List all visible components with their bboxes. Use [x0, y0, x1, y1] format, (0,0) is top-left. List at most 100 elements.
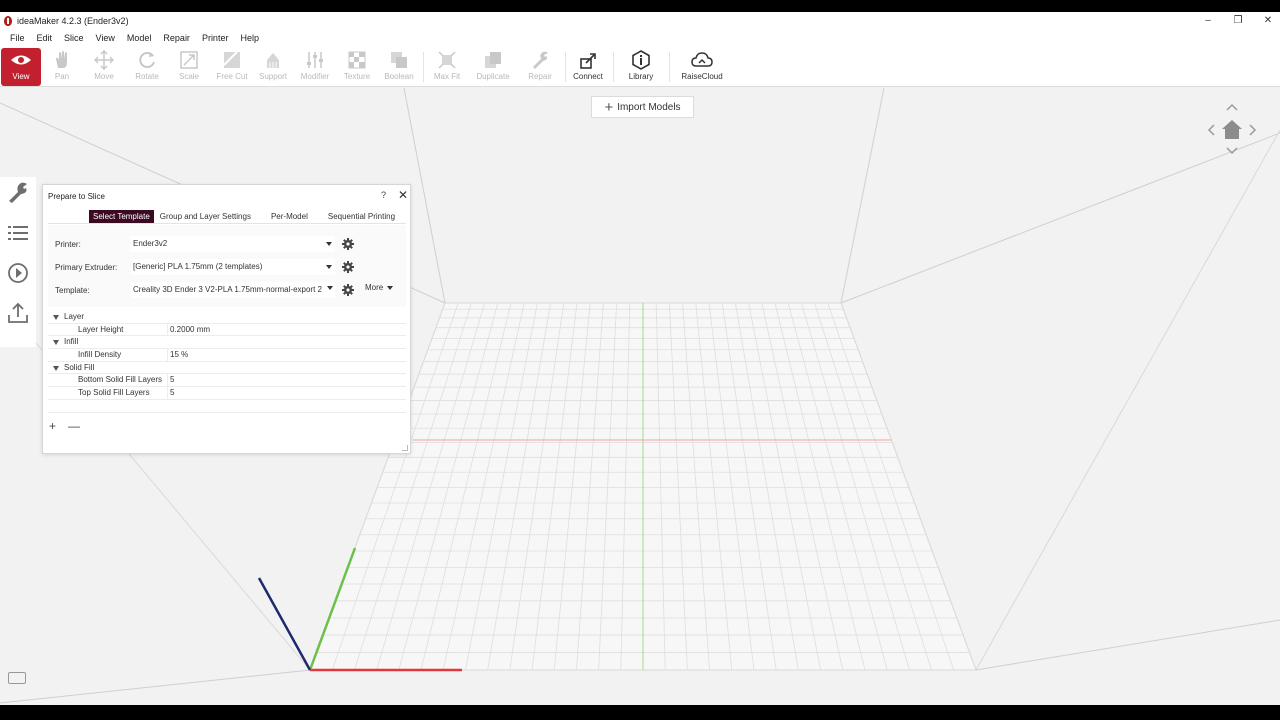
scale-tool-button[interactable]: Scale [174, 48, 204, 86]
tree-row-layer-height[interactable]: Layer Height 0.2000 mm [48, 323, 406, 337]
connect-button[interactable]: Connect [571, 48, 605, 86]
rotate-icon [132, 48, 162, 72]
repair-tool-button[interactable]: Repair [525, 48, 555, 86]
plus-icon: + [604, 98, 614, 116]
view-up-arrow-icon[interactable] [1226, 103, 1238, 111]
menu-edit[interactable]: Edit [31, 30, 59, 47]
add-setting-button[interactable]: + [49, 419, 56, 433]
play-preview-icon[interactable] [6, 261, 30, 285]
app-window: ideaMaker 4.2.3 (Ender3v2) – ❐ ✕ File Ed… [0, 12, 1280, 705]
template-select[interactable]: Creality 3D Ender 3 V2-PLA 1.75mm-normal… [131, 282, 335, 298]
printer-settings-gear-icon[interactable] [342, 238, 354, 250]
move-tool-button[interactable]: Move [89, 48, 119, 86]
tab-group-and-layer-settings[interactable]: Group and Layer Settings [156, 210, 255, 223]
template-settings-panel: Printer: Ender3v2 Primary Extruder: [Gen… [48, 225, 406, 307]
tree-row-infill-density[interactable]: Infill Density 15 % [48, 349, 406, 362]
chevron-down-icon [326, 242, 332, 246]
view-right-arrow-icon[interactable] [1249, 124, 1257, 136]
library-info-icon [626, 48, 656, 72]
dialog-close-button[interactable]: ✕ [398, 188, 408, 202]
printer-label: Printer: [55, 240, 81, 249]
raisecloud-button[interactable]: RaiseCloud [681, 48, 723, 86]
texture-tool-button[interactable]: Texture [342, 48, 372, 86]
resize-grip[interactable] [402, 445, 408, 451]
boolean-icon [384, 48, 414, 72]
tree-group-infill[interactable]: Infill [48, 336, 406, 350]
scale-icon [174, 48, 204, 72]
view-down-arrow-icon[interactable] [1226, 147, 1238, 155]
build-volume-edge [975, 619, 1280, 671]
collapse-triangle-icon[interactable] [53, 340, 59, 346]
settings-tree: Layer Layer Height 0.2000 mm Infill Infi… [48, 311, 406, 413]
keyboard-icon[interactable] [8, 672, 26, 684]
max-fit-tool-button[interactable]: Max Fit [432, 48, 462, 86]
close-window-button[interactable]: ✕ [1261, 14, 1275, 28]
build-volume-edge [0, 669, 311, 704]
import-models-button[interactable]: + Import Models [591, 96, 694, 118]
tree-row-bottom-solid-fill-layers[interactable]: Bottom Solid Fill Layers 5 [48, 374, 406, 388]
template-settings-gear-icon[interactable] [342, 284, 354, 296]
menu-view[interactable]: View [90, 30, 121, 47]
z-axis-line [257, 577, 312, 671]
library-button[interactable]: Library [626, 48, 656, 86]
menu-slice[interactable]: Slice [58, 30, 90, 47]
toolbar-separator [669, 52, 670, 82]
wrench-icon[interactable] [6, 180, 30, 204]
toolbar-separator [565, 52, 566, 82]
rotate-tool-button[interactable]: Rotate [132, 48, 162, 86]
support-tool-button[interactable]: Support [258, 48, 288, 86]
view-tool-button[interactable]: View [1, 48, 41, 86]
extruder-settings-gear-icon[interactable] [342, 261, 354, 273]
remove-setting-button[interactable]: — [68, 419, 80, 433]
tree-group-layer[interactable]: Layer [48, 311, 406, 324]
cloud-icon [687, 48, 717, 72]
chevron-down-icon [387, 285, 394, 290]
export-upload-icon[interactable] [6, 301, 30, 325]
minimize-button[interactable]: – [1201, 14, 1215, 28]
support-icon [258, 48, 288, 72]
primary-extruder-select[interactable]: [Generic] PLA 1.75mm (2 templates) [131, 259, 335, 275]
help-button[interactable]: ? [381, 190, 386, 200]
more-dropdown-button[interactable]: More [365, 283, 394, 292]
tabs-divider [48, 223, 406, 224]
template-label: Template: [55, 286, 90, 295]
collapse-triangle-icon[interactable] [53, 315, 59, 320]
cut-icon [217, 48, 247, 72]
list-icon[interactable] [6, 221, 30, 245]
menu-help[interactable]: Help [234, 30, 265, 47]
eye-icon [6, 48, 36, 72]
collapse-triangle-icon[interactable] [53, 365, 59, 371]
restore-button[interactable]: ❐ [1231, 14, 1245, 28]
home-view-icon[interactable] [1222, 120, 1242, 139]
duplicate-tool-button[interactable]: Duplicate [475, 48, 511, 86]
menu-printer[interactable]: Printer [196, 30, 235, 47]
menu-file[interactable]: File [4, 30, 31, 47]
column-divider [167, 387, 168, 400]
boolean-tool-button[interactable]: Boolean [384, 48, 414, 86]
menu-model[interactable]: Model [121, 30, 158, 47]
menu-repair[interactable]: Repair [157, 30, 196, 47]
free-cut-tool-button[interactable]: Free Cut [214, 48, 250, 86]
pan-tool-button[interactable]: Pan [47, 48, 77, 86]
modifier-tool-button[interactable]: Modifier [300, 48, 330, 86]
window-title: ideaMaker 4.2.3 (Ender3v2) [17, 16, 129, 26]
tab-per-model[interactable]: Per-Model [267, 210, 312, 223]
view-navigation-control [1207, 103, 1257, 155]
hand-icon [47, 48, 77, 72]
left-sidebar [0, 177, 36, 347]
dialog-title: Prepare to Slice [48, 192, 105, 201]
view-left-arrow-icon[interactable] [1207, 124, 1215, 136]
chevron-down-icon [326, 265, 332, 269]
printer-select[interactable]: Ender3v2 [131, 236, 335, 252]
build-volume-edge [975, 129, 1280, 671]
tab-select-template[interactable]: Select Template [89, 210, 154, 223]
wrench-icon [525, 48, 555, 72]
column-divider [167, 374, 168, 387]
build-volume-edge [840, 132, 1280, 304]
texture-icon [342, 48, 372, 72]
tree-row-top-solid-fill-layers[interactable]: Top Solid Fill Layers 5 [48, 387, 406, 400]
tree-group-solid-fill[interactable]: Solid Fill [48, 362, 406, 375]
build-volume-edge [840, 88, 885, 304]
tab-sequential-printing[interactable]: Sequential Printing [324, 210, 399, 223]
app-logo-icon [4, 16, 12, 26]
